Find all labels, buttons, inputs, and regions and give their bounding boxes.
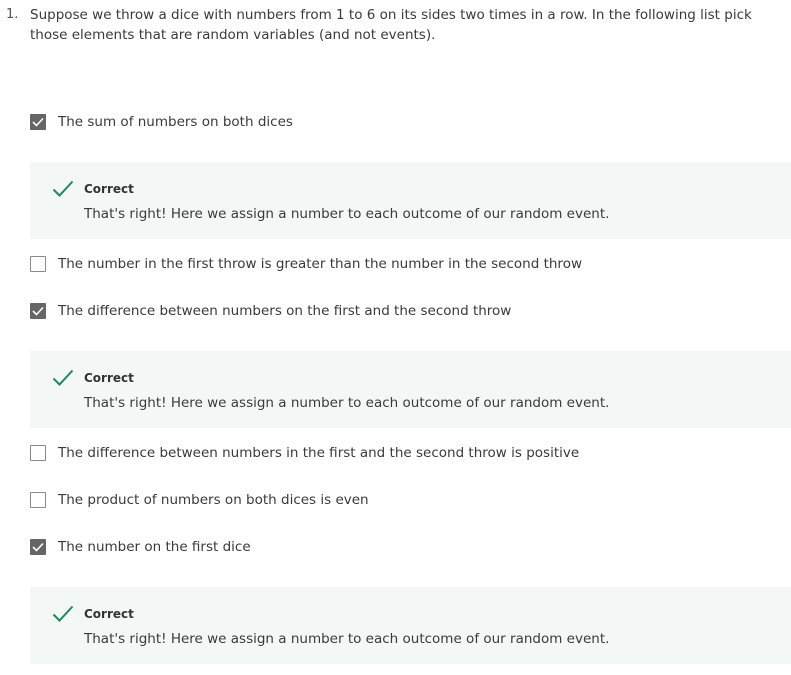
feedback-title: Correct: [84, 607, 134, 621]
option-checkbox-checked[interactable]: [30, 114, 46, 130]
option-label: The sum of numbers on both dices: [58, 114, 293, 130]
correct-check-icon: [52, 180, 74, 197]
option-label: The difference between numbers in the fi…: [58, 445, 580, 461]
option-checkbox-checked[interactable]: [30, 539, 46, 555]
check-icon: [32, 306, 44, 316]
option-checkbox-checked[interactable]: [30, 303, 46, 319]
option-difference-positive[interactable]: The difference between numbers in the fi…: [30, 442, 579, 464]
option-product-even[interactable]: The product of numbers on both dices is …: [30, 489, 369, 511]
feedback-text: That's right! Here we assign a number to…: [84, 631, 610, 647]
check-icon: [32, 542, 44, 552]
question-text: Suppose we throw a dice with numbers fro…: [30, 7, 752, 43]
option-label: The number on the first dice: [58, 539, 251, 555]
option-checkbox-unchecked[interactable]: [30, 492, 46, 508]
feedback-correct: Correct That's right! Here we assign a n…: [30, 587, 791, 664]
option-first-greater[interactable]: The number in the first throw is greater…: [30, 253, 582, 275]
correct-check-icon: [52, 605, 74, 622]
feedback-title: Correct: [84, 371, 134, 385]
option-checkbox-unchecked[interactable]: [30, 445, 46, 461]
option-label: The product of numbers on both dices is …: [58, 492, 369, 508]
option-first-dice[interactable]: The number on the first dice: [30, 536, 251, 558]
feedback-correct: Correct That's right! Here we assign a n…: [30, 351, 791, 428]
question-number: 1.: [6, 7, 19, 22]
option-label: The number in the first throw is greater…: [58, 256, 582, 272]
correct-check-icon: [52, 369, 74, 386]
feedback-correct: Correct That's right! Here we assign a n…: [30, 162, 791, 239]
option-label: The difference between numbers on the fi…: [58, 303, 512, 319]
feedback-text: That's right! Here we assign a number to…: [84, 395, 610, 411]
feedback-title: Correct: [84, 182, 134, 196]
option-sum-of-numbers[interactable]: The sum of numbers on both dices: [30, 111, 293, 133]
feedback-text: That's right! Here we assign a number to…: [84, 206, 610, 222]
check-icon: [32, 117, 44, 127]
option-checkbox-unchecked[interactable]: [30, 256, 46, 272]
option-difference[interactable]: The difference between numbers on the fi…: [30, 300, 511, 322]
